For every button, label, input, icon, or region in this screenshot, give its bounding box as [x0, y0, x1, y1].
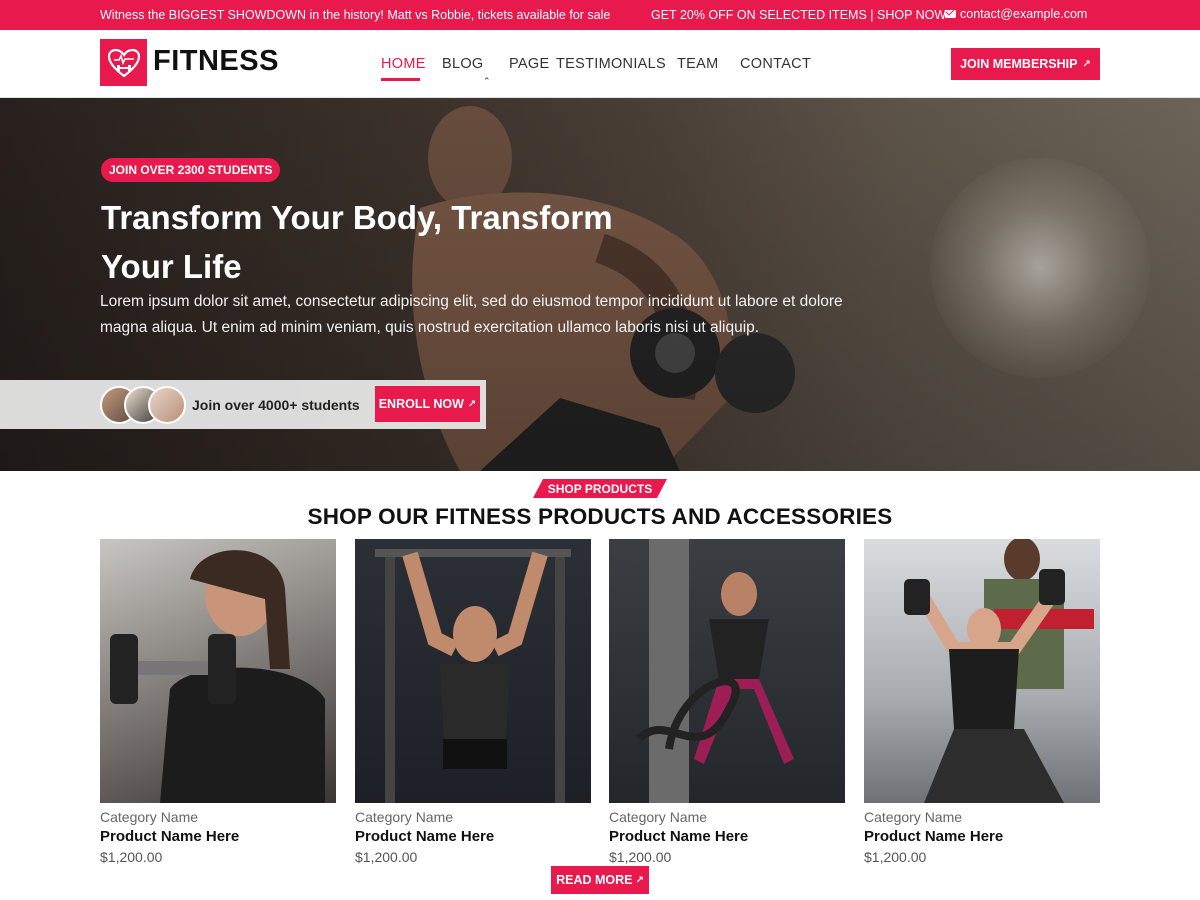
product-price: $1,200.00 — [864, 849, 927, 865]
product-category[interactable]: Category Name — [609, 809, 845, 825]
product-price: $1,200.00 — [609, 849, 672, 865]
contact-email-text: contact@example.com — [960, 7, 1088, 21]
contact-email-link[interactable]: contact@example.com — [945, 7, 1087, 21]
nav-item-blog[interactable]: BLOG — [442, 56, 484, 72]
students-count-text: Join over 4000+ students — [192, 397, 360, 413]
enroll-now-label: ENROLL NOW — [378, 397, 464, 411]
product-card[interactable]: Category Name Product Name Here $1,200.0… — [864, 539, 1100, 865]
read-more-label: READ MORE — [556, 873, 633, 887]
nav-active-underline — [381, 78, 420, 81]
hero-banner: JOIN OVER 2300 STUDENTS Transform Your B… — [0, 98, 1200, 471]
promo-text[interactable]: Witness the BIGGEST SHOWDOWN in the hist… — [100, 8, 610, 22]
product-photo-woman-battle-ropes — [636, 539, 794, 803]
chevron-down-icon[interactable]: ⌃ — [483, 76, 491, 87]
avatar — [148, 386, 186, 424]
logo-icon[interactable] — [100, 39, 147, 86]
offer-link[interactable]: GET 20% OFF ON SELECTED ITEMS | SHOP NOW — [651, 8, 946, 22]
nav-item-team[interactable]: TEAM — [677, 56, 718, 72]
logo-text[interactable]: FITNESS — [153, 45, 279, 78]
product-image[interactable] — [864, 539, 1100, 803]
product-photo-woman-shoulder-press — [904, 539, 1094, 803]
read-more-button[interactable]: READ MORE ↗ — [551, 866, 649, 894]
student-avatars — [100, 386, 190, 424]
nav-item-page[interactable]: PAGE — [509, 56, 549, 72]
hero-title: Transform Your Body, Transform Your Life — [101, 199, 613, 285]
product-name[interactable]: Product Name Here — [609, 828, 845, 845]
mail-icon — [945, 10, 956, 18]
product-category[interactable]: Category Name — [864, 809, 1100, 825]
product-price: $1,200.00 — [355, 849, 418, 865]
shop-section-title: SHOP OUR FITNESS PRODUCTS AND ACCESSORIE… — [307, 504, 893, 529]
join-membership-label: JOIN MEMBERSHIP — [960, 57, 1078, 71]
product-category[interactable]: Category Name — [355, 809, 591, 825]
heart-dumbbell-icon — [107, 48, 140, 77]
site-header: FITNESS HOME BLOG ⌃ PAGE TESTIMONIALS TE… — [0, 30, 1200, 98]
enroll-now-button[interactable]: ENROLL NOW ↗ — [375, 386, 480, 422]
top-announcement-bar: Witness the BIGGEST SHOWDOWN in the hist… — [0, 0, 1200, 30]
students-badge: JOIN OVER 2300 STUDENTS — [101, 158, 281, 182]
shop-products-tag: SHOP PRODUCTS — [533, 479, 667, 498]
nav-item-contact[interactable]: CONTACT — [740, 56, 811, 72]
nav-item-testimonials[interactable]: TESTIMONIALS — [556, 56, 666, 72]
nav-item-home[interactable]: HOME — [381, 56, 426, 72]
product-image[interactable] — [609, 539, 845, 803]
product-name[interactable]: Product Name Here — [355, 828, 591, 845]
product-card[interactable]: Category Name Product Name Here $1,200.0… — [355, 539, 591, 865]
hero-description: Lorem ipsum dolor sit amet, consectetur … — [100, 293, 843, 336]
join-membership-button[interactable]: JOIN MEMBERSHIP ↗ — [951, 48, 1100, 80]
arrow-up-right-icon: ↗ — [1082, 58, 1091, 70]
enroll-strip: Join over 4000+ students ENROLL NOW ↗ — [0, 380, 486, 429]
arrow-up-right-icon: ↗ — [467, 398, 477, 410]
product-name[interactable]: Product Name Here — [864, 828, 1100, 845]
product-name[interactable]: Product Name Here — [100, 828, 336, 845]
product-price: $1,200.00 — [100, 849, 163, 865]
product-category[interactable]: Category Name — [100, 809, 336, 825]
product-card[interactable]: Category Name Product Name Here $1,200.0… — [609, 539, 845, 865]
product-image[interactable] — [100, 539, 336, 803]
product-card[interactable]: Category Name Product Name Here $1,200.0… — [100, 539, 336, 865]
product-image[interactable] — [355, 539, 591, 803]
product-photo-woman-dumbbell — [110, 550, 325, 803]
product-photo-woman-pullup — [375, 549, 571, 803]
arrow-up-right-icon: ↗ — [635, 874, 644, 886]
